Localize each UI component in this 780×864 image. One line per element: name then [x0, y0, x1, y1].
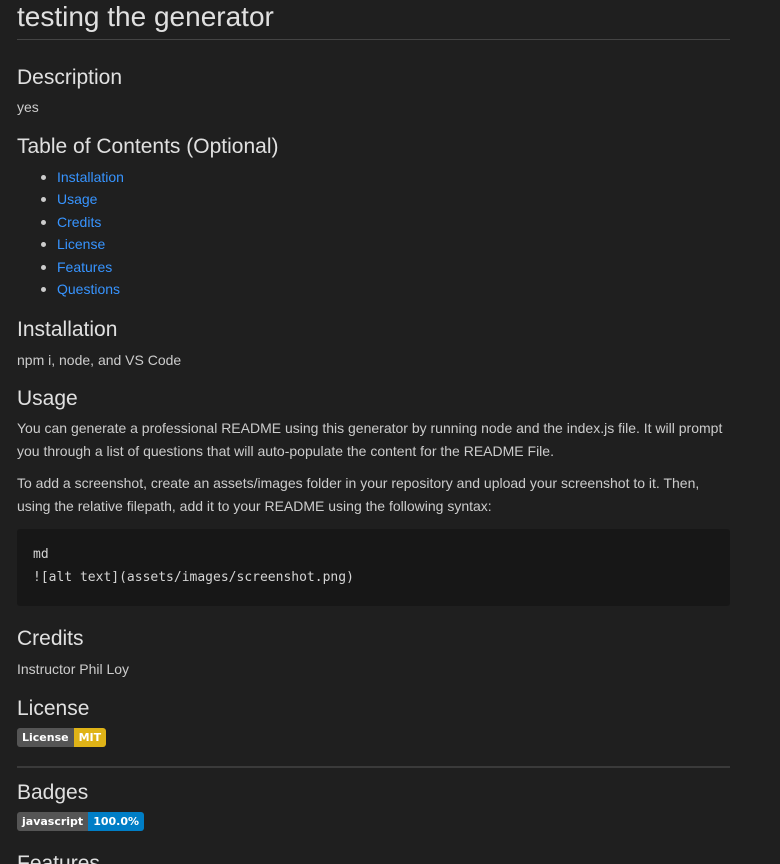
toc-list: Installation Usage Credits License Featu… — [17, 166, 730, 301]
toc-link-installation[interactable]: Installation — [57, 169, 124, 185]
toc-heading: Table of Contents (Optional) — [17, 134, 279, 158]
code-line-2: ![alt text](assets/images/screenshot.png… — [33, 569, 354, 585]
toc-item: Installation — [41, 166, 730, 189]
divider — [17, 765, 730, 768]
language-badge-value: 100.0% — [88, 811, 145, 831]
installation-text: npm i, node, and VS Code — [17, 351, 182, 368]
toc-link-questions[interactable]: Questions — [57, 281, 120, 297]
usage-paragraph-1: You can generate a professional README u… — [17, 420, 723, 459]
credits-heading: Credits — [17, 627, 84, 650]
toc-item: Credits — [41, 211, 730, 234]
installation-heading: Installation — [17, 317, 118, 341]
usage-paragraph-2: To add a screenshot, create an assets/im… — [17, 475, 700, 514]
license-badge-label: License — [17, 727, 74, 747]
toc-link-features[interactable]: Features — [57, 259, 112, 275]
badges-heading: Badges — [17, 780, 89, 804]
toc-item: License — [41, 233, 730, 256]
page-title: testing the generator — [17, 0, 730, 40]
toc-item: Features — [41, 256, 730, 279]
license-badge: License MIT — [17, 727, 107, 747]
code-line-1: md — [33, 547, 49, 562]
description-heading: Description — [17, 66, 123, 89]
license-badge-value: MIT — [73, 727, 107, 747]
toc-link-license[interactable]: License — [57, 236, 105, 252]
toc-item: Questions — [41, 278, 730, 301]
features-heading: Features — [17, 851, 100, 864]
code-block: md ![alt text](assets/images/screenshot.… — [17, 529, 730, 606]
toc-item: Usage — [41, 188, 730, 211]
language-badge-label: javascript — [17, 811, 89, 831]
usage-heading: Usage — [17, 387, 78, 410]
toc-link-usage[interactable]: Usage — [57, 191, 97, 207]
language-badge: javascript 100.0% — [17, 811, 145, 831]
license-heading: License — [17, 696, 90, 720]
credits-text: Instructor Phil Loy — [17, 661, 130, 677]
toc-link-credits[interactable]: Credits — [57, 214, 101, 230]
readme-preview: testing the generator Description yes Ta… — [17, 0, 730, 864]
description-text: yes — [17, 99, 39, 115]
